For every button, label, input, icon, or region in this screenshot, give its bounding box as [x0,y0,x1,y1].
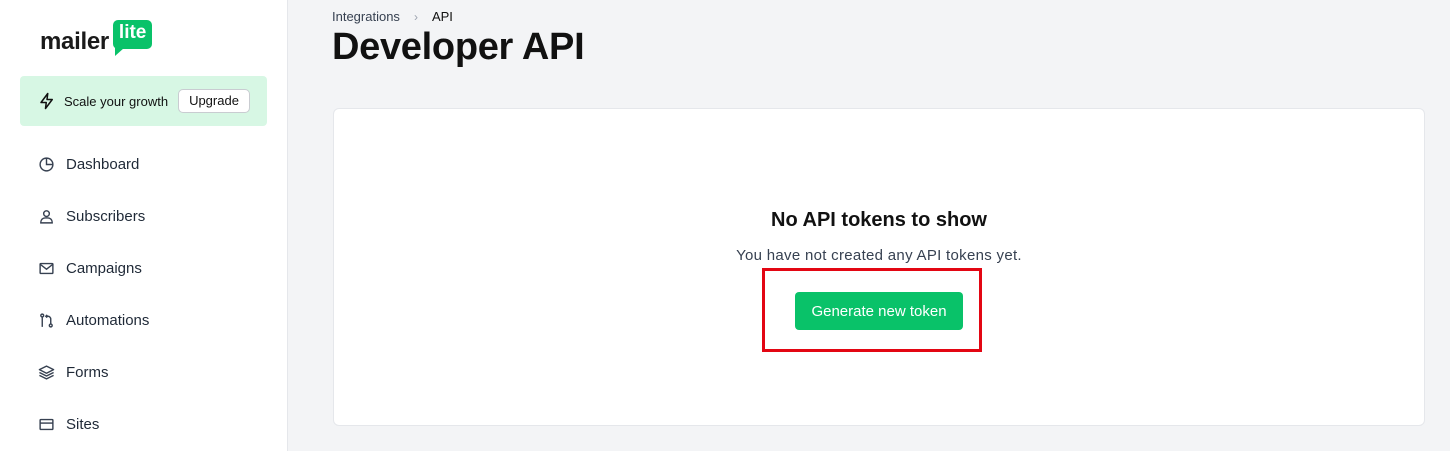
sidebar-item-automations[interactable]: Automations [38,294,149,346]
chevron-right-icon: › [413,9,418,24]
sidebar-item-label: Automations [66,311,150,329]
api-tokens-card: No API tokens to show You have not creat… [333,108,1425,426]
sidebar-item-dashboard[interactable]: Dashboard [38,138,149,190]
sidebar-item-campaigns[interactable]: Campaigns [38,242,149,294]
sidebar-item-sites[interactable]: Sites [38,398,149,450]
sidebar-item-label: Forms [66,363,109,381]
layers-icon [38,364,55,380]
empty-state-title: No API tokens to show [771,209,987,231]
lightning-icon [38,92,56,110]
mailerlite-logo[interactable]: mailer lite [40,20,153,56]
sidebar-nav: Dashboard Subscribers Campaigns Automati… [38,138,149,450]
generate-new-token-button[interactable]: Generate new token [795,292,963,330]
logo-word: mailer [40,28,109,55]
promo-text: Scale your growth [64,93,169,109]
sidebar-item-forms[interactable]: Forms [38,346,149,398]
page-title: Developer API [332,26,585,68]
sites-icon [39,418,54,430]
logo-badge: lite [112,20,153,56]
empty-state-description: You have not created any API tokens yet. [736,247,1022,264]
breadcrumb-current: API [431,9,453,24]
sidebar-item-subscribers[interactable]: Subscribers [38,190,149,242]
dashboard-icon [39,156,54,172]
breadcrumb: Integrations › API [332,9,453,24]
main-content: Integrations › API Developer API No API … [288,0,1450,451]
user-icon [40,209,53,224]
sidebar-item-label: Subscribers [66,207,146,225]
sidebar-item-label: Dashboard [66,155,140,173]
upgrade-promo: Scale your growth Upgrade [20,76,267,126]
sidebar-item-label: Sites [66,415,100,433]
sidebar-item-label: Campaigns [66,259,142,277]
mail-icon [39,262,54,274]
workflow-icon [40,312,53,328]
breadcrumb-integrations-link[interactable]: Integrations [332,9,400,24]
sidebar: mailer lite Scale your growth Upgrade Da… [0,0,288,451]
upgrade-button[interactable]: Upgrade [178,89,250,113]
